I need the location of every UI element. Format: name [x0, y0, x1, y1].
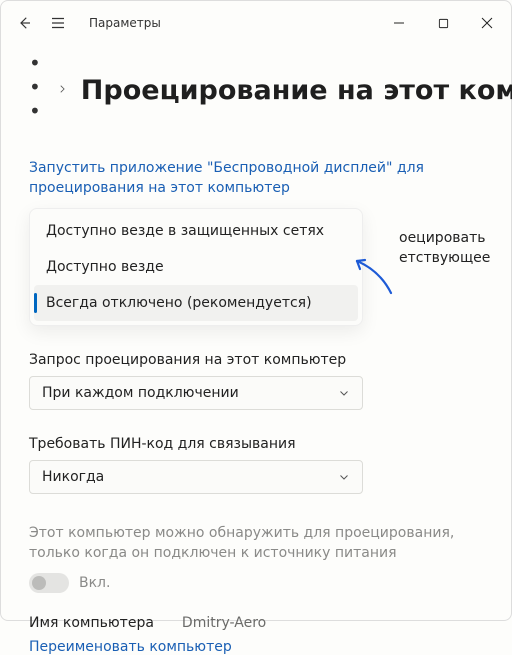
page-title: Проецирование на этот компью [81, 75, 512, 106]
titlebar: Параметры [1, 1, 511, 45]
dropdown-option-selected[interactable]: Всегда отключено (рекомендуется) [34, 285, 358, 321]
window-title: Параметры [89, 16, 161, 30]
ask-to-project-label: Запрос проецирования на этот компьютер [29, 352, 483, 368]
close-button[interactable] [465, 1, 509, 45]
pc-name-value: Dmitry-Aero [182, 615, 266, 631]
menu-icon[interactable] [49, 14, 67, 32]
maximize-button[interactable] [421, 1, 465, 45]
back-icon[interactable] [15, 14, 33, 32]
launch-wireless-display-link[interactable]: Запустить приложение "Беспроводной диспл… [29, 159, 483, 198]
pc-name-label: Имя компьютера [29, 615, 154, 631]
toggle-state-label: Вкл. [79, 575, 110, 591]
dropdown-option[interactable]: Доступно везде [30, 249, 362, 285]
ask-to-project-select[interactable]: При каждом подключении [29, 376, 363, 410]
discoverable-toggle[interactable] [29, 573, 69, 593]
truncated-description: оецировать [399, 228, 486, 248]
availability-dropdown-open[interactable]: Доступно везде в защищенных сетях Доступ… [29, 208, 363, 326]
truncated-description: етствующее [399, 248, 490, 268]
select-value: При каждом подключении [42, 385, 239, 401]
dropdown-option[interactable]: Доступно везде в защищенных сетях [30, 213, 362, 249]
require-pin-label: Требовать ПИН-код для связывания [29, 436, 483, 452]
require-pin-select[interactable]: Никогда [29, 460, 363, 494]
breadcrumb: • • • Проецирование на этот компью [29, 51, 483, 129]
chevron-right-icon [57, 82, 67, 98]
annotation-arrow [351, 253, 401, 307]
chevron-down-icon [338, 471, 350, 483]
discoverable-note: Этот компьютер можно обнаружить для прое… [29, 524, 483, 563]
breadcrumb-dots[interactable]: • • • [29, 51, 43, 129]
select-value: Никогда [42, 469, 104, 485]
chevron-down-icon [338, 387, 350, 399]
rename-pc-link[interactable]: Переименовать компьютер [29, 639, 483, 655]
minimize-button[interactable] [377, 1, 421, 45]
